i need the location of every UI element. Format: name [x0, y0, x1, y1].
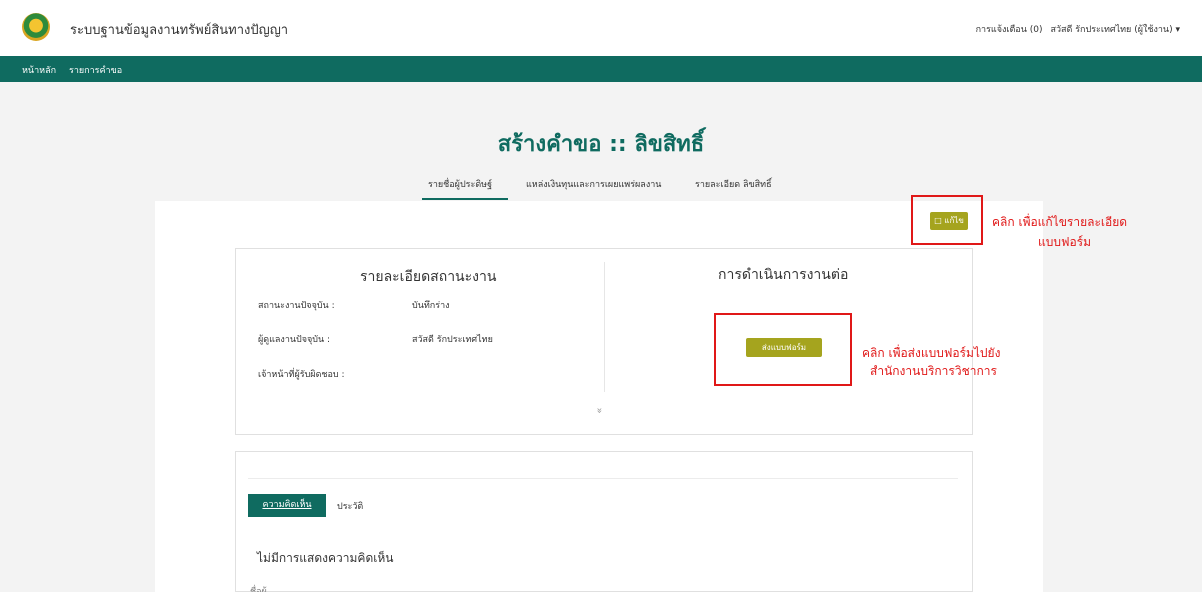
page-title: สร้างคำขอ :: ลิขสิทธิ์: [497, 132, 705, 157]
edit-annotation-line1: คลิก เพื่อแก้ไขรายละเอียด: [992, 215, 1128, 229]
next-section-title: การดำเนินการงานต่อ: [718, 267, 849, 283]
empty-comments-text: ไม่มีการแสดงความคิดเห็น: [257, 551, 394, 565]
tab-funding[interactable]: แหล่งเงินทุนและการเผยแพร่ผลงาน: [526, 177, 661, 191]
cut-off-text: ชื่อผู้ใช้: [250, 587, 267, 592]
send-annotation-line1: คลิก เพื่อส่งแบบฟอร์มไปยัง: [862, 346, 1001, 360]
user-name: สวัสดี รักประเทศไทย (ผู้ใช้งาน): [1050, 25, 1173, 35]
user-menu[interactable]: สวัสดี รักประเทศไทย (ผู้ใช้งาน) ▾: [1050, 22, 1180, 36]
tab-comments[interactable]: ความคิดเห็น: [248, 494, 326, 517]
send-annotation-line2: สำนักงานบริการวิชาการ: [870, 364, 997, 378]
tab-inventors[interactable]: รายชื่อผู้ประดิษฐ์: [428, 177, 492, 191]
comment-divider: [248, 478, 958, 479]
send-form-button[interactable]: ส่งแบบฟอร์ม: [746, 338, 822, 357]
tab-copyright-detail[interactable]: รายละเอียด ลิขสิทธิ์: [695, 177, 772, 191]
top-header: ระบบฐานข้อมูลงานทรัพย์สินทางปัญญา การแจ้…: [0, 0, 1202, 56]
current-owner-label: ผู้ดูแลงานปัจจุบัน :: [258, 335, 331, 345]
main-nav: หน้าหลัก รายการคำขอ: [0, 56, 1202, 82]
current-status-label: สถานะงานปัจจุบัน :: [258, 301, 335, 311]
edit-annotation-line2: แบบฟอร์ม: [1038, 235, 1092, 249]
expand-chevron-icon[interactable]: »: [594, 407, 605, 413]
app-title: ระบบฐานข้อมูลงานทรัพย์สินทางปัญญา: [70, 23, 289, 38]
nav-home[interactable]: หน้าหลัก: [22, 63, 56, 77]
chevron-down-icon: ▾: [1175, 25, 1180, 35]
edit-button[interactable]: □ แก้ไข: [930, 212, 968, 230]
notifications-link[interactable]: การแจ้งเตือน (0): [976, 22, 1043, 36]
current-status-value: บันทึกร่าง: [412, 301, 450, 311]
current-owner-value: สวัสดี รักประเทศไทย: [412, 335, 493, 345]
logo-icon: [22, 13, 50, 41]
tab-history[interactable]: ประวัติ: [337, 499, 363, 513]
nav-requests[interactable]: รายการคำขอ: [69, 63, 122, 77]
status-section-title: รายละเอียดสถานะงาน: [360, 269, 497, 285]
top-right-menu: การแจ้งเตือน (0) สวัสดี รักประเทศไทย (ผู…: [976, 22, 1180, 36]
divider: [604, 262, 605, 392]
officer-label: เจ้าหน้าที่ผู้รับผิดชอบ :: [258, 370, 345, 380]
comment-card: [235, 451, 973, 592]
